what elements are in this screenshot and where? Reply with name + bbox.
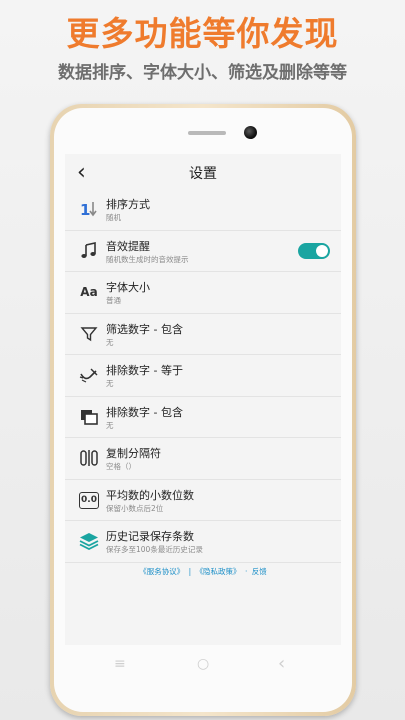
settings-item-value: 随机 <box>106 213 121 222</box>
phone-speaker <box>188 131 226 135</box>
service-agreement-link[interactable]: 《服务协议》 <box>139 567 184 576</box>
settings-item-sort[interactable]: 1 排序方式 随机 <box>65 189 341 231</box>
settings-item-value: 无 <box>106 420 114 430</box>
settings-item-filter[interactable]: 筛选数字 - 包含 无 <box>65 314 341 355</box>
settings-item-value: 空格（） <box>106 462 136 471</box>
layers-icon <box>79 531 99 551</box>
settings-item-label: 筛选数字 - 包含 <box>106 322 183 336</box>
settings-item-label: 平均数的小数位数 <box>106 488 194 502</box>
music-note-icon <box>79 241 99 261</box>
settings-item-label: 复制分隔符 <box>106 447 161 460</box>
settings-item-decimal[interactable]: 0.0 平均数的小数位数 保留小数点后2位 <box>65 480 341 521</box>
settings-item-label: 音效提醒 <box>106 239 150 253</box>
settings-item-font-size[interactable]: Aa 字体大小 普通 <box>65 272 341 314</box>
settings-item-value: 无 <box>106 337 114 347</box>
link-separator: | <box>188 567 192 576</box>
settings-item-value: 保存多至100条最近历史记录 <box>106 545 203 554</box>
settings-item-value: 保留小数点后2位 <box>106 503 164 513</box>
exclude-overlap-icon <box>79 407 99 427</box>
phone-frame: ‹ 设置 1 排序方式 随机 音效提醒 随机数生成时的音效提示 Aa 字体大小 … <box>50 104 356 716</box>
settings-item-history[interactable]: 历史记录保存条数 保存多至100条最近历史记录 <box>65 521 341 563</box>
phone-face: ‹ 设置 1 排序方式 随机 音效提醒 随机数生成时的音效提示 Aa 字体大小 … <box>54 108 352 712</box>
settings-item-label: 排序方式 <box>106 198 150 211</box>
settings-item-label: 字体大小 <box>106 281 150 294</box>
settings-item-exclude-equal[interactable]: 排除数字 - 等于 无 <box>65 355 341 397</box>
settings-item-exclude-contains[interactable]: 排除数字 - 包含 无 <box>65 397 341 438</box>
toggle-knob <box>316 244 328 257</box>
app-screen: ‹ 设置 1 排序方式 随机 音效提醒 随机数生成时的音效提示 Aa 字体大小 … <box>65 154 341 645</box>
filter-icon <box>79 324 99 344</box>
menu-icon[interactable]: ≡ <box>114 656 126 672</box>
eraser-icon <box>79 365 99 385</box>
footer-links: 《服务协议》 | 《隐私政策》 · 反馈 <box>65 566 341 577</box>
settings-item-separator[interactable]: 复制分隔符 空格（） <box>65 438 341 480</box>
settings-item-value: 随机数生成时的音效提示 <box>106 254 189 264</box>
nav-back-icon[interactable]: ‹ <box>278 653 285 674</box>
top-bar: ‹ 设置 <box>65 154 341 194</box>
sort-icon: 1 <box>79 199 99 219</box>
promo-subline: 数据排序、字体大小、筛选及删除等等 <box>58 63 347 83</box>
settings-item-label: 排除数字 - 包含 <box>106 405 183 419</box>
phone-camera <box>244 126 257 139</box>
decimal-icon: 0.0 <box>79 491 99 509</box>
sound-toggle[interactable] <box>298 242 330 259</box>
svg-text:1: 1 <box>80 201 90 219</box>
promo-headline: 更多功能等你发现 <box>66 14 339 53</box>
settings-item-label: 排除数字 - 等于 <box>106 364 183 377</box>
feedback-link[interactable]: 反馈 <box>252 567 267 576</box>
settings-item-sound[interactable]: 音效提醒 随机数生成时的音效提示 <box>65 231 341 272</box>
home-icon[interactable]: ○ <box>197 656 209 672</box>
font-size-icon: Aa <box>80 285 98 299</box>
page-title: 设置 <box>189 166 217 182</box>
settings-item-value: 普通 <box>106 296 121 305</box>
settings-item-label: 历史记录保存条数 <box>106 530 194 543</box>
privacy-policy-link[interactable]: 《隐私政策》 <box>196 567 241 576</box>
link-dot: · <box>244 567 248 576</box>
separator-icon <box>79 448 99 468</box>
settings-list: 1 排序方式 随机 音效提醒 随机数生成时的音效提示 Aa 字体大小 普通 筛选… <box>65 189 341 563</box>
system-nav-bar: ≡ ○ ‹ <box>54 653 352 686</box>
settings-item-value: 无 <box>106 379 114 388</box>
